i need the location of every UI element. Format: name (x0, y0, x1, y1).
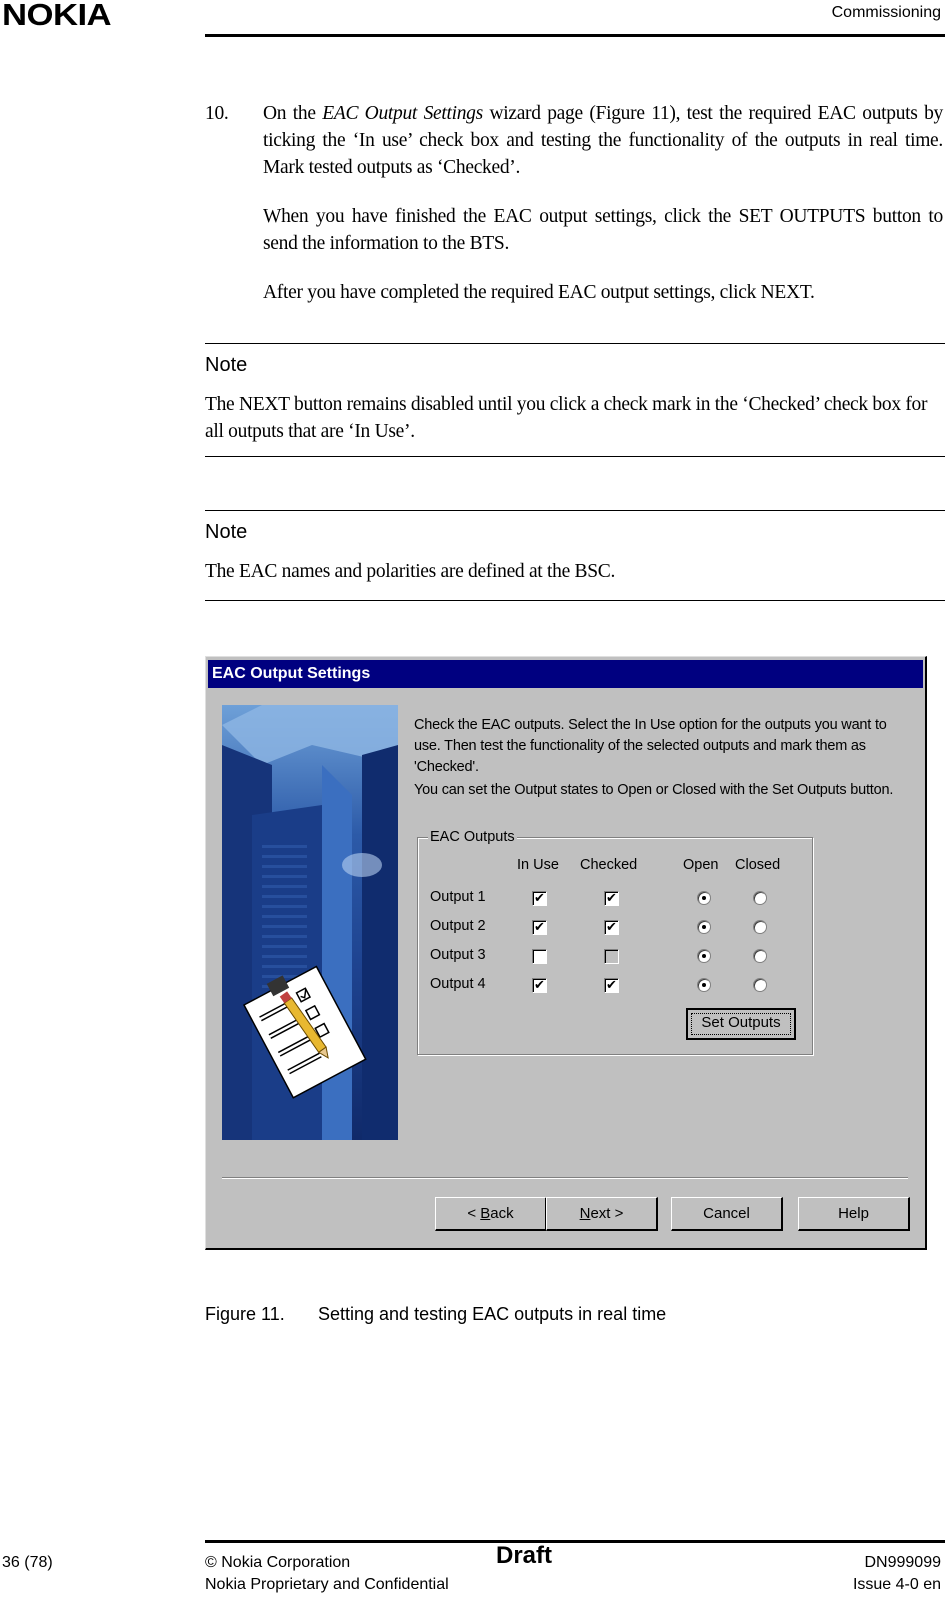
doc-id: DN999099 (864, 1554, 942, 1571)
closed-radio[interactable] (753, 920, 767, 934)
text: On the (263, 103, 323, 124)
mnemonic: N (579, 1205, 591, 1222)
figure-caption: Figure 11. Setting and testing EAC output… (205, 1304, 666, 1325)
radio-dot (702, 896, 706, 900)
column-header-in-use: In Use (517, 857, 559, 873)
issue: Issue 4-0 en (852, 1576, 941, 1593)
eac-outputs-group: EAC Outputs In Use Checked Open Closed O… (417, 828, 813, 1055)
closed-radio[interactable] (753, 949, 767, 963)
cancel-button[interactable]: Cancel (671, 1197, 783, 1231)
in-use-checkbox[interactable]: ✔ (532, 891, 547, 906)
column-header-closed: Closed (735, 857, 781, 873)
in-use-checkbox[interactable]: ✔ (532, 978, 547, 993)
checked-checkbox[interactable]: ✔ (604, 920, 619, 935)
wizard-page-name: EAC Output Settings (322, 103, 483, 124)
mnemonic: B (480, 1205, 491, 1222)
step-paragraph-1: On the EAC Output Settings wizard page (… (263, 100, 943, 181)
button-label: ack (490, 1205, 514, 1222)
checked-checkbox[interactable] (604, 949, 619, 964)
button-label: ext > (590, 1205, 624, 1222)
step-paragraph-2: When you have finished the EAC output se… (263, 206, 943, 254)
output-label: Output 3 (430, 947, 486, 963)
open-radio[interactable] (697, 920, 711, 934)
open-radio[interactable] (697, 949, 711, 963)
back-button[interactable]: < Back (435, 1197, 547, 1231)
closed-radio[interactable] (753, 978, 767, 992)
figure-label: Figure 11. (205, 1304, 285, 1324)
radio-dot (702, 954, 706, 958)
instruction-text: You can set the Output states to Open or… (414, 782, 894, 798)
radio-dot (702, 925, 706, 929)
output-label: Output 2 (430, 918, 486, 934)
copyright: © Nokia Corporation (205, 1554, 351, 1571)
note-text: The EAC names and polarities are defined… (205, 561, 616, 582)
clipboard-checklist-pencil-icon (242, 965, 367, 1099)
column-header-open: Open (683, 857, 719, 873)
note-box: Note The NEXT button remains disabled un… (205, 343, 945, 457)
note-text: The NEXT button remains disabled until y… (205, 394, 928, 442)
wizard-side-image (222, 705, 398, 1140)
note-box: Note The EAC names and polarities are de… (205, 510, 945, 601)
radio-dot (702, 983, 706, 987)
button-label: < (467, 1205, 481, 1222)
column-header-checked: Checked (580, 857, 638, 873)
focus-rect (691, 1013, 791, 1035)
set-outputs-button[interactable]: Set Outputs (686, 1008, 796, 1040)
instructions: Check the EAC outputs. Select the In Use… (414, 715, 914, 803)
in-use-checkbox[interactable] (532, 949, 547, 964)
confidentiality: Nokia Proprietary and Confidential (205, 1576, 449, 1593)
step-number: 10. (205, 103, 229, 124)
help-button[interactable]: Help (798, 1197, 910, 1231)
figure-caption-text: Setting and testing EAC outputs in real … (318, 1304, 667, 1324)
step-body: On the EAC Output Settings wizard page (… (263, 100, 943, 328)
next-button[interactable]: Next > (546, 1197, 658, 1231)
checked-checkbox[interactable]: ✔ (604, 891, 619, 906)
note-title: Note (205, 521, 248, 543)
step-paragraph-3: After you have completed the required EA… (263, 282, 815, 303)
checked-checkbox[interactable]: ✔ (604, 978, 619, 993)
output-label: Output 4 (430, 976, 486, 992)
footer-left: © Nokia Corporation Nokia Proprietary an… (205, 1552, 449, 1596)
open-radio[interactable] (697, 891, 711, 905)
instruction-text: Check the EAC outputs. Select the In Use… (414, 717, 887, 775)
note-title: Note (205, 354, 248, 376)
section-title: Commissioning (831, 4, 941, 21)
footer-rule (205, 1540, 945, 1543)
footer-right: DN999099 Issue 4-0 en (853, 1552, 941, 1596)
page-number: 36 (78) (2, 1554, 53, 1571)
draft-label: Draft (496, 1542, 553, 1569)
eac-output-settings-dialog: EAC Output Settings Check the EAC output… (205, 656, 927, 1250)
in-use-checkbox[interactable]: ✔ (532, 920, 547, 935)
group-label: EAC Outputs (428, 828, 517, 846)
closed-radio[interactable] (753, 891, 767, 905)
header-rule (205, 34, 945, 37)
output-label: Output 1 (430, 889, 486, 905)
open-radio[interactable] (697, 978, 711, 992)
dialog-titlebar: EAC Output Settings (208, 660, 923, 688)
separator (222, 1177, 908, 1179)
nokia-logo: NOKIA (2, 0, 112, 32)
